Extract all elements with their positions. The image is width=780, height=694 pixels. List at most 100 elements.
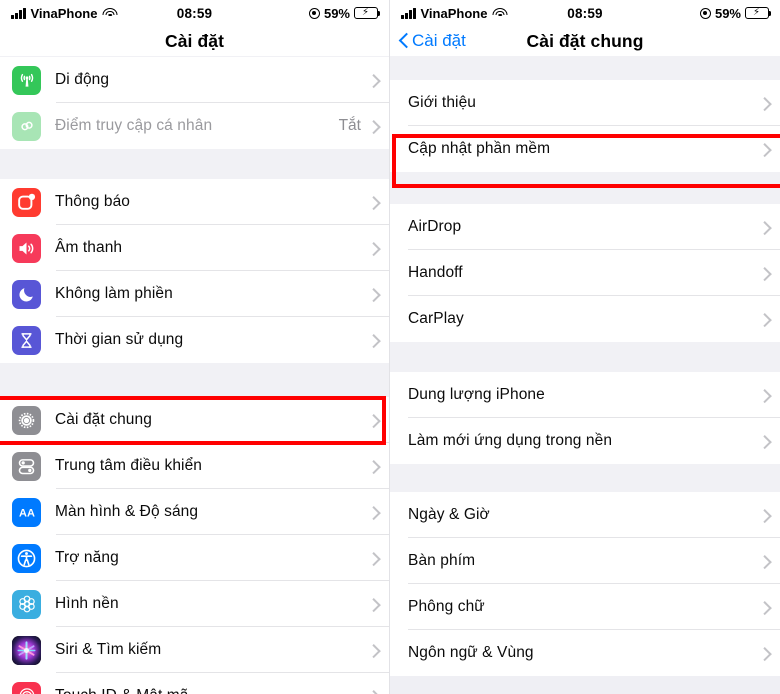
cellular-bars-icon — [401, 7, 416, 19]
chevron-right-icon — [760, 143, 768, 156]
section-gap — [390, 172, 780, 204]
list-item[interactable]: Handoff — [390, 250, 780, 296]
list-item-label: Ngày & Giờ — [408, 506, 490, 523]
location-services-icon — [699, 7, 711, 19]
list-item-value: Tắt — [338, 117, 361, 134]
battery-charging-icon: ⚡ — [354, 7, 381, 19]
list-item[interactable]: AirDrop — [390, 204, 780, 250]
dual-phone-screenshot: VinaPhone 08:59 59% ⚡ Cài đặt Di động Đi… — [0, 0, 780, 694]
list-item-label: Cập nhật phần mềm — [408, 140, 551, 157]
chevron-right-icon — [369, 460, 377, 473]
chevron-right-icon — [369, 196, 377, 209]
list-item[interactable]: Bàn phím — [390, 538, 780, 584]
wifi-icon — [492, 7, 508, 19]
chevron-right-icon — [369, 74, 377, 87]
list-item[interactable]: Trung tâm điều khiển — [0, 443, 389, 489]
section-gap — [390, 56, 780, 80]
list-item-label: Không làm phiền — [55, 285, 173, 302]
list-item-label: Âm thanh — [55, 239, 123, 256]
status-bar-right: VinaPhone 08:59 59% ⚡ — [390, 0, 780, 26]
settings-list-left[interactable]: Di động Điểm truy cập cá nhân Tắt Thông b… — [0, 56, 389, 694]
list-item-label: CarPlay — [408, 310, 464, 327]
section-gap — [390, 464, 780, 492]
chevron-right-icon — [369, 690, 377, 694]
list-item-label: Hình nền — [55, 595, 119, 612]
back-button-label: Cài đặt — [412, 31, 466, 50]
list-item-label: Touch ID & Mật mã — [55, 687, 369, 694]
chevron-right-icon — [369, 644, 377, 657]
list-item[interactable]: AA Màn hình & Độ sáng — [0, 489, 389, 535]
control-center-icon — [12, 451, 41, 481]
list-item-label: Trung tâm điều khiển — [55, 457, 203, 474]
carrier-label: VinaPhone — [30, 5, 98, 21]
chevron-right-icon — [760, 267, 768, 280]
settings-group: Di động Điểm truy cập cá nhân Tắt — [0, 57, 389, 149]
chevron-right-icon — [760, 221, 768, 234]
list-item[interactable]: Ngôn ngữ & Vùng — [390, 630, 780, 676]
settings-group: AirDrop Handoff CarPlay — [390, 204, 780, 342]
chevron-right-icon — [760, 509, 768, 522]
location-services-icon — [308, 7, 320, 19]
section-gap — [0, 363, 389, 397]
settings-group: Giới thiệu Cập nhật phần mềm — [390, 80, 780, 172]
chevron-right-icon — [760, 389, 768, 402]
chevron-right-icon — [369, 288, 377, 301]
list-item[interactable]: Trợ năng — [0, 535, 389, 581]
wallpaper-icon — [12, 589, 41, 619]
personal-hotspot-icon — [12, 111, 41, 141]
list-item[interactable]: Thông báo — [0, 179, 389, 225]
list-item-label: Dung lượng iPhone — [408, 386, 545, 403]
list-item[interactable]: Ngày & Giờ — [390, 492, 780, 538]
list-item-label: Siri & Tìm kiếm — [55, 641, 162, 658]
list-item[interactable]: CarPlay — [390, 296, 780, 342]
page-title: Cài đặt — [164, 30, 225, 51]
svg-text:AA: AA — [19, 507, 35, 519]
settings-list-right[interactable]: Giới thiệu Cập nhật phần mềm AirDrop Handof… — [390, 56, 780, 694]
list-item[interactable]: Hình nền — [0, 581, 389, 627]
list-item-label: Thời gian sử dụng — [55, 331, 184, 348]
clock-label: 08:59 — [567, 5, 603, 21]
list-item[interactable]: Touch ID & Mật mã — [0, 673, 389, 694]
list-item[interactable]: Làm mới ứng dụng trong nền — [390, 418, 780, 464]
list-item[interactable]: Âm thanh — [0, 225, 389, 271]
list-item[interactable]: Không làm phiền — [0, 271, 389, 317]
list-item-label: AirDrop — [408, 218, 462, 235]
section-gap — [0, 149, 389, 179]
screen-time-icon — [12, 325, 41, 355]
list-item[interactable]: Siri & Tìm kiếm — [0, 627, 389, 673]
notifications-icon — [12, 187, 41, 217]
list-item-label: Di động — [55, 71, 110, 88]
cellular-icon — [12, 65, 41, 95]
list-item[interactable]: Cập nhật phần mềm — [390, 126, 780, 172]
chevron-right-icon — [369, 552, 377, 565]
do-not-disturb-icon — [12, 279, 41, 309]
chevron-right-icon — [369, 120, 377, 133]
settings-group: Ngày & Giờ Bàn phím Phông chữ Ngôn ngữ & Vù… — [390, 492, 780, 676]
nav-bar-left: Cài đặt — [0, 26, 389, 56]
chevron-right-icon — [760, 435, 768, 448]
chevron-right-icon — [369, 414, 377, 427]
status-bar-left-group: VinaPhone — [401, 6, 567, 21]
cellular-bars-icon — [11, 7, 26, 19]
chevron-right-icon — [369, 242, 377, 255]
accessibility-icon — [12, 543, 41, 573]
list-item[interactable]: Thời gian sử dụng — [0, 317, 389, 363]
settings-group: Thông báo Âm thanh Không làm phiền Thời … — [0, 179, 389, 363]
chevron-right-icon — [760, 313, 768, 326]
list-item[interactable]: Điểm truy cập cá nhân Tắt — [0, 103, 389, 149]
carrier-label: VinaPhone — [420, 5, 488, 21]
list-item[interactable]: Cài đặt chung — [0, 397, 389, 443]
chevron-right-icon — [760, 601, 768, 614]
list-item[interactable]: Phông chữ — [390, 584, 780, 630]
general-gear-icon — [12, 405, 41, 435]
wifi-icon — [102, 7, 118, 19]
back-button[interactable]: Cài đặt — [390, 31, 466, 51]
settings-group: Cài đặt chung Trung tâm điều khiển AA Màn … — [0, 397, 389, 694]
list-item-label: Thông báo — [55, 193, 131, 210]
list-item[interactable]: Dung lượng iPhone — [390, 372, 780, 418]
list-item-label: Handoff — [408, 264, 463, 281]
list-item[interactable]: Giới thiệu — [390, 80, 780, 126]
sounds-icon — [12, 233, 41, 263]
list-item-label: Điểm truy cập cá nhân — [55, 117, 213, 134]
list-item[interactable]: Di động — [0, 57, 389, 103]
